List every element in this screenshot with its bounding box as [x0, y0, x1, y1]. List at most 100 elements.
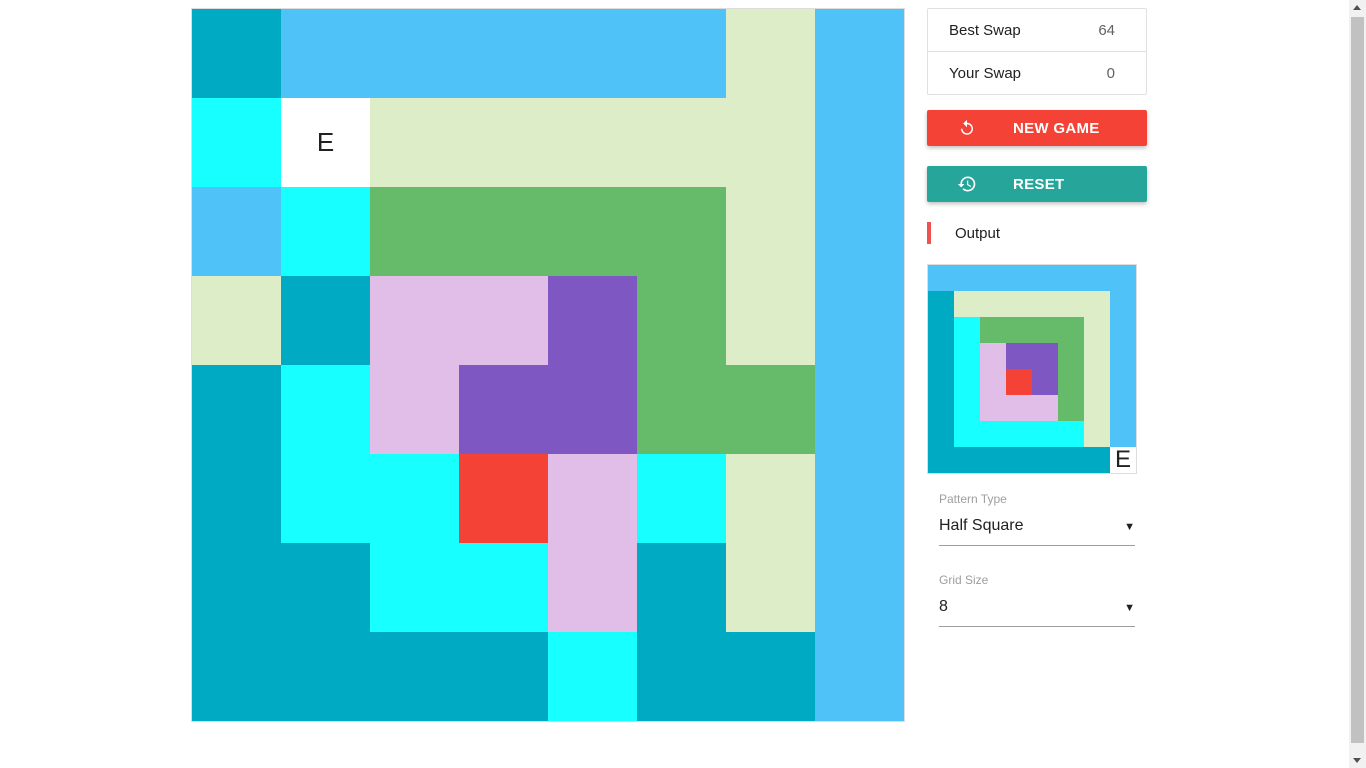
output-tile-1-4 — [1032, 291, 1058, 317]
board-tile-6-4[interactable] — [548, 543, 637, 632]
board-tile-3-0[interactable] — [192, 276, 281, 365]
output-tile-1-5 — [1058, 291, 1084, 317]
board-tile-3-4[interactable] — [548, 276, 637, 365]
board-tile-5-7[interactable] — [815, 454, 904, 543]
board-tile-5-3[interactable] — [459, 454, 548, 543]
board-tile-4-0[interactable] — [192, 365, 281, 454]
board-tile-7-3[interactable] — [459, 632, 548, 721]
output-tile-6-0 — [928, 421, 954, 447]
board-tile-0-4[interactable] — [548, 9, 637, 98]
output-tile-6-4 — [1032, 421, 1058, 447]
board-tile-1-6[interactable] — [726, 98, 815, 187]
board-tile-7-1[interactable] — [281, 632, 370, 721]
board-tile-6-0[interactable] — [192, 543, 281, 632]
board-tile-7-0[interactable] — [192, 632, 281, 721]
board-tile-5-6[interactable] — [726, 454, 815, 543]
board-tile-3-3[interactable] — [459, 276, 548, 365]
grid-size-value: 8 — [939, 598, 948, 615]
output-tile-7-3 — [1006, 447, 1032, 473]
board-tile-4-4[interactable] — [548, 365, 637, 454]
board-tile-1-5[interactable] — [637, 98, 726, 187]
output-tile-1-7 — [1110, 291, 1136, 317]
board-tile-7-5[interactable] — [637, 632, 726, 721]
board-tile-5-4[interactable] — [548, 454, 637, 543]
page-scrollbar[interactable] — [1349, 0, 1366, 768]
board-tile-2-5[interactable] — [637, 187, 726, 276]
board-tile-4-6[interactable] — [726, 365, 815, 454]
board-tile-7-4[interactable] — [548, 632, 637, 721]
board-tile-4-3[interactable] — [459, 365, 548, 454]
board-tile-6-5[interactable] — [637, 543, 726, 632]
best-swap-row: Best Swap 64 — [928, 9, 1146, 51]
new-game-button[interactable]: NEW GAME — [927, 110, 1147, 146]
board-tile-0-0[interactable] — [192, 9, 281, 98]
board-tile-5-1[interactable] — [281, 454, 370, 543]
pattern-type-field: Pattern Type Half Square ▼ — [939, 492, 1135, 546]
output-tile-6-5 — [1058, 421, 1084, 447]
output-tile-1-0 — [928, 291, 954, 317]
board-tile-2-0[interactable] — [192, 187, 281, 276]
output-tile-7-2 — [980, 447, 1006, 473]
board-tile-6-1[interactable] — [281, 543, 370, 632]
board-tile-6-7[interactable] — [815, 543, 904, 632]
board-tile-3-2[interactable] — [370, 276, 459, 365]
output-tile-4-2 — [980, 369, 1006, 395]
board-tile-3-7[interactable] — [815, 276, 904, 365]
board-tile-3-1[interactable] — [281, 276, 370, 365]
board-tile-6-6[interactable] — [726, 543, 815, 632]
board-tile-0-3[interactable] — [459, 9, 548, 98]
board-tile-1-2[interactable] — [370, 98, 459, 187]
board-tile-0-6[interactable] — [726, 9, 815, 98]
output-tile-4-1 — [954, 369, 980, 395]
scroll-up-icon[interactable] — [1353, 5, 1361, 10]
scroll-down-icon[interactable] — [1353, 758, 1361, 763]
board-tile-5-2[interactable] — [370, 454, 459, 543]
side-panel: Best Swap 64 Your Swap 0 NEW GAME RESET … — [927, 8, 1147, 627]
board-tile-2-2[interactable] — [370, 187, 459, 276]
board-tile-empty[interactable]: E — [281, 98, 370, 187]
board-tile-0-1[interactable] — [281, 9, 370, 98]
board-tile-0-7[interactable] — [815, 9, 904, 98]
output-tile-0-4 — [1032, 265, 1058, 291]
board-tile-1-0[interactable] — [192, 98, 281, 187]
board-tile-1-7[interactable] — [815, 98, 904, 187]
output-tile-5-7 — [1110, 395, 1136, 421]
scrollbar-thumb[interactable] — [1351, 17, 1364, 743]
reset-button[interactable]: RESET — [927, 166, 1147, 202]
board-tile-6-3[interactable] — [459, 543, 548, 632]
pattern-type-select[interactable]: Half Square ▼ — [939, 517, 1135, 546]
board-tile-2-1[interactable] — [281, 187, 370, 276]
board-tile-4-2[interactable] — [370, 365, 459, 454]
board-tile-7-7[interactable] — [815, 632, 904, 721]
output-tile-5-1 — [954, 395, 980, 421]
board-tile-2-7[interactable] — [815, 187, 904, 276]
board-tile-5-5[interactable] — [637, 454, 726, 543]
board-tile-7-2[interactable] — [370, 632, 459, 721]
board-tile-0-2[interactable] — [370, 9, 459, 98]
output-tile-3-1 — [954, 343, 980, 369]
output-tile-0-1 — [954, 265, 980, 291]
board-tile-1-3[interactable] — [459, 98, 548, 187]
board-tile-4-5[interactable] — [637, 365, 726, 454]
grid-size-select[interactable]: 8 ▼ — [939, 598, 1135, 627]
board-tile-7-6[interactable] — [726, 632, 815, 721]
grid-size-field: Grid Size 8 ▼ — [939, 573, 1135, 627]
board-tile-6-2[interactable] — [370, 543, 459, 632]
board-tile-2-4[interactable] — [548, 187, 637, 276]
output-tile-5-2 — [980, 395, 1006, 421]
grid-size-label: Grid Size — [939, 573, 989, 587]
board-tile-2-6[interactable] — [726, 187, 815, 276]
dropdown-arrow-icon: ▼ — [1124, 602, 1135, 614]
board-tile-0-5[interactable] — [637, 9, 726, 98]
output-tile-6-7 — [1110, 421, 1136, 447]
output-tile-0-6 — [1084, 265, 1110, 291]
output-tile-0-0 — [928, 265, 954, 291]
board-tile-3-5[interactable] — [637, 276, 726, 365]
board-tile-5-0[interactable] — [192, 454, 281, 543]
board-tile-3-6[interactable] — [726, 276, 815, 365]
board-tile-2-3[interactable] — [459, 187, 548, 276]
output-tile-2-1 — [954, 317, 980, 343]
board-tile-1-4[interactable] — [548, 98, 637, 187]
board-tile-4-1[interactable] — [281, 365, 370, 454]
board-tile-4-7[interactable] — [815, 365, 904, 454]
